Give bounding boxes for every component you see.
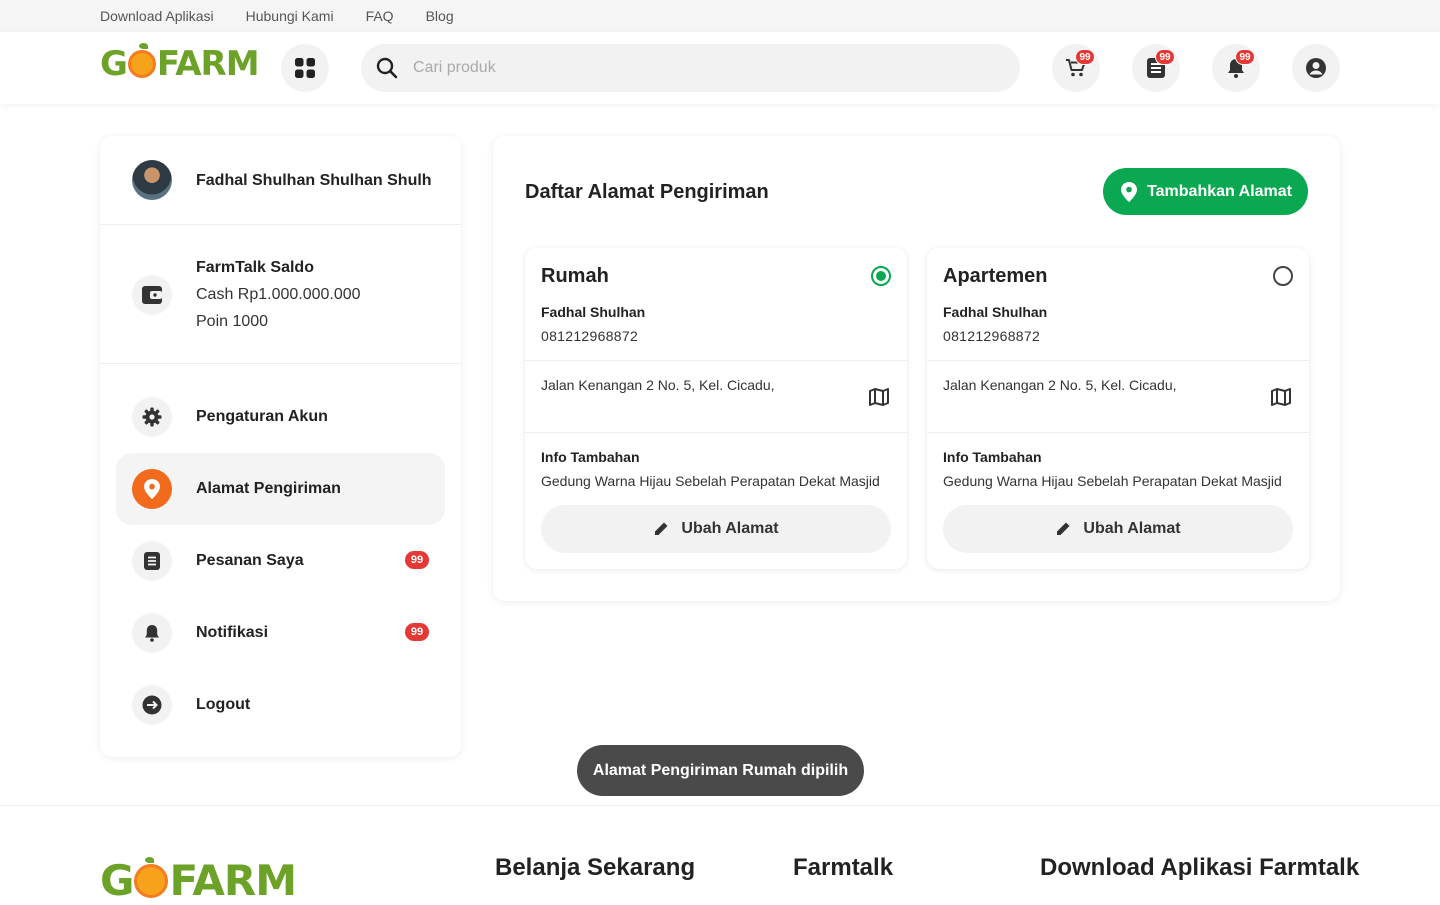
recipient-phone: 081212968872 bbox=[541, 328, 639, 344]
address-card-rumah[interactable]: Rumah Fadhal Shulhan 081212968872 Jalan … bbox=[525, 248, 907, 569]
address-label: Apartemen bbox=[943, 265, 1048, 287]
link-blog[interactable]: Blog bbox=[426, 8, 454, 24]
user-name: Fadhal Shulhan Shulhan Shulh... bbox=[196, 172, 431, 189]
page-title: Daftar Alamat Pengiriman bbox=[525, 181, 769, 203]
orders-badge: 99 bbox=[1155, 49, 1175, 65]
recipient-phone: 081212968872 bbox=[943, 328, 1041, 344]
menu-pengaturan-akun[interactable]: Pengaturan Akun bbox=[116, 381, 445, 453]
wallet-icon bbox=[142, 286, 162, 304]
logout-icon bbox=[142, 695, 162, 715]
footer-logo[interactable]: G FARM bbox=[100, 856, 297, 905]
gear-icon bbox=[142, 407, 162, 427]
saldo-section: FarmTalk Saldo Cash Rp1.000.000.000 Poin… bbox=[100, 225, 461, 364]
edit-address-label: Ubah Alamat bbox=[681, 520, 779, 537]
orders-count-badge: 99 bbox=[405, 551, 429, 569]
grid-icon bbox=[295, 58, 315, 78]
menu-label: Logout bbox=[196, 696, 251, 713]
map-pin-icon bbox=[144, 479, 160, 499]
cart-badge: 99 bbox=[1075, 49, 1095, 65]
edit-address-label: Ubah Alamat bbox=[1083, 520, 1181, 537]
menu-label: Alamat Pengiriman bbox=[196, 480, 341, 497]
footer: G FARM Belanja Sekarang Farmtalk Download… bbox=[0, 805, 1440, 905]
divider bbox=[927, 360, 1309, 361]
notification-button[interactable]: 99 bbox=[1212, 44, 1260, 92]
address-text: Jalan Kenangan 2 No. 5, Kel. Cicadu, bbox=[943, 377, 1177, 393]
address-panel: Daftar Alamat Pengiriman Tambahkan Alama… bbox=[493, 136, 1340, 601]
info-text: Gedung Warna Hijau Sebelah Perapatan Dek… bbox=[943, 473, 1282, 489]
address-radio-selected[interactable] bbox=[871, 266, 891, 286]
footer-logo-wordmark: G FARM bbox=[100, 856, 297, 905]
link-hubungi-kami[interactable]: Hubungi Kami bbox=[246, 8, 334, 24]
bell-icon-wrap bbox=[132, 613, 172, 653]
pencil-icon bbox=[1057, 522, 1070, 535]
pencil-icon bbox=[655, 522, 668, 535]
toast-notification: Alamat Pengiriman Rumah dipilih bbox=[577, 745, 864, 796]
search-input[interactable] bbox=[413, 59, 973, 77]
edit-address-button[interactable]: Ubah Alamat bbox=[943, 505, 1293, 553]
toast-suffix: dipilih bbox=[800, 761, 849, 779]
menu-alamat-pengiriman[interactable]: Alamat Pengiriman bbox=[116, 453, 445, 525]
address-card-apartemen[interactable]: Apartemen Fadhal Shulhan 081212968872 Ja… bbox=[927, 248, 1309, 569]
header: GFARM 99 99 bbox=[0, 32, 1440, 104]
category-menu-button[interactable] bbox=[281, 44, 329, 92]
toast-prefix: Alamat Pengiriman bbox=[592, 761, 738, 779]
saldo-poin: Poin 1000 bbox=[196, 313, 269, 330]
search-bar[interactable] bbox=[361, 44, 1020, 92]
menu-notifikasi[interactable]: Notifikasi 99 bbox=[116, 597, 445, 669]
avatar[interactable] bbox=[132, 160, 172, 200]
toast-strong: Rumah bbox=[742, 761, 797, 779]
orange-icon bbox=[127, 43, 156, 78]
cart-button[interactable]: 99 bbox=[1052, 44, 1100, 92]
divider bbox=[525, 360, 907, 361]
map-pin-icon bbox=[1121, 181, 1138, 202]
footer-heading-download: Download Aplikasi Farmtalk bbox=[1040, 854, 1360, 881]
menu-logout[interactable]: Logout bbox=[116, 669, 445, 741]
info-title: Info Tambahan bbox=[541, 449, 640, 465]
map-icon[interactable] bbox=[1271, 388, 1291, 406]
saldo-title: FarmTalk Saldo bbox=[196, 259, 314, 276]
account-button[interactable] bbox=[1292, 44, 1340, 92]
user-circle-icon bbox=[1306, 58, 1326, 78]
menu-label: Pengaturan Akun bbox=[196, 408, 328, 425]
address-label: Rumah bbox=[541, 265, 609, 287]
menu-label: Pesanan Saya bbox=[196, 552, 304, 569]
notification-badge: 99 bbox=[1235, 49, 1255, 65]
add-address-label: Tambahkan Alamat bbox=[1147, 182, 1292, 200]
account-sidebar: Fadhal Shulhan Shulhan Shulh... FarmTalk… bbox=[100, 136, 461, 757]
orders-button[interactable]: 99 bbox=[1132, 44, 1180, 92]
location-icon-wrap bbox=[132, 469, 172, 509]
address-text: Jalan Kenangan 2 No. 5, Kel. Cicadu, bbox=[541, 377, 775, 393]
address-radio-unselected[interactable] bbox=[1273, 266, 1293, 286]
profile-section: Fadhal Shulhan Shulhan Shulh... bbox=[100, 136, 461, 225]
info-text: Gedung Warna Hijau Sebelah Perapatan Dek… bbox=[541, 473, 880, 489]
divider bbox=[525, 432, 907, 433]
footer-heading-farmtalk: Farmtalk bbox=[793, 854, 894, 881]
recipient-name: Fadhal Shulhan bbox=[943, 304, 1048, 320]
edit-address-button[interactable]: Ubah Alamat bbox=[541, 505, 891, 553]
search-icon bbox=[376, 57, 398, 79]
logo[interactable]: G FARM bbox=[100, 41, 260, 87]
add-address-button[interactable]: Tambahkan Alamat bbox=[1103, 168, 1308, 215]
menu-label: Notifikasi bbox=[196, 624, 269, 641]
logo-wordmark: G FARM bbox=[100, 43, 260, 84]
recipient-name: Fadhal Shulhan bbox=[541, 304, 646, 320]
top-strip: Download Aplikasi Hubungi Kami FAQ Blog bbox=[0, 0, 1440, 32]
bell-icon bbox=[145, 625, 159, 642]
footer-heading-belanja: Belanja Sekarang bbox=[495, 854, 696, 881]
receipt-icon bbox=[144, 552, 160, 570]
link-download-aplikasi[interactable]: Download Aplikasi bbox=[100, 8, 214, 24]
map-icon[interactable] bbox=[869, 388, 889, 406]
gear-icon-wrap bbox=[132, 397, 172, 437]
saldo-cash: Cash Rp1.000.000.000 bbox=[196, 286, 361, 303]
divider bbox=[927, 432, 1309, 433]
wallet-button bbox=[132, 275, 172, 315]
orange-icon bbox=[134, 856, 169, 898]
receipt-icon-wrap bbox=[132, 541, 172, 581]
logout-icon-wrap bbox=[132, 685, 172, 725]
info-title: Info Tambahan bbox=[943, 449, 1042, 465]
link-faq[interactable]: FAQ bbox=[366, 8, 394, 24]
top-links: Download Aplikasi Hubungi Kami FAQ Blog bbox=[100, 8, 454, 24]
menu-pesanan-saya[interactable]: Pesanan Saya 99 bbox=[116, 525, 445, 597]
notification-count-badge: 99 bbox=[405, 623, 429, 641]
